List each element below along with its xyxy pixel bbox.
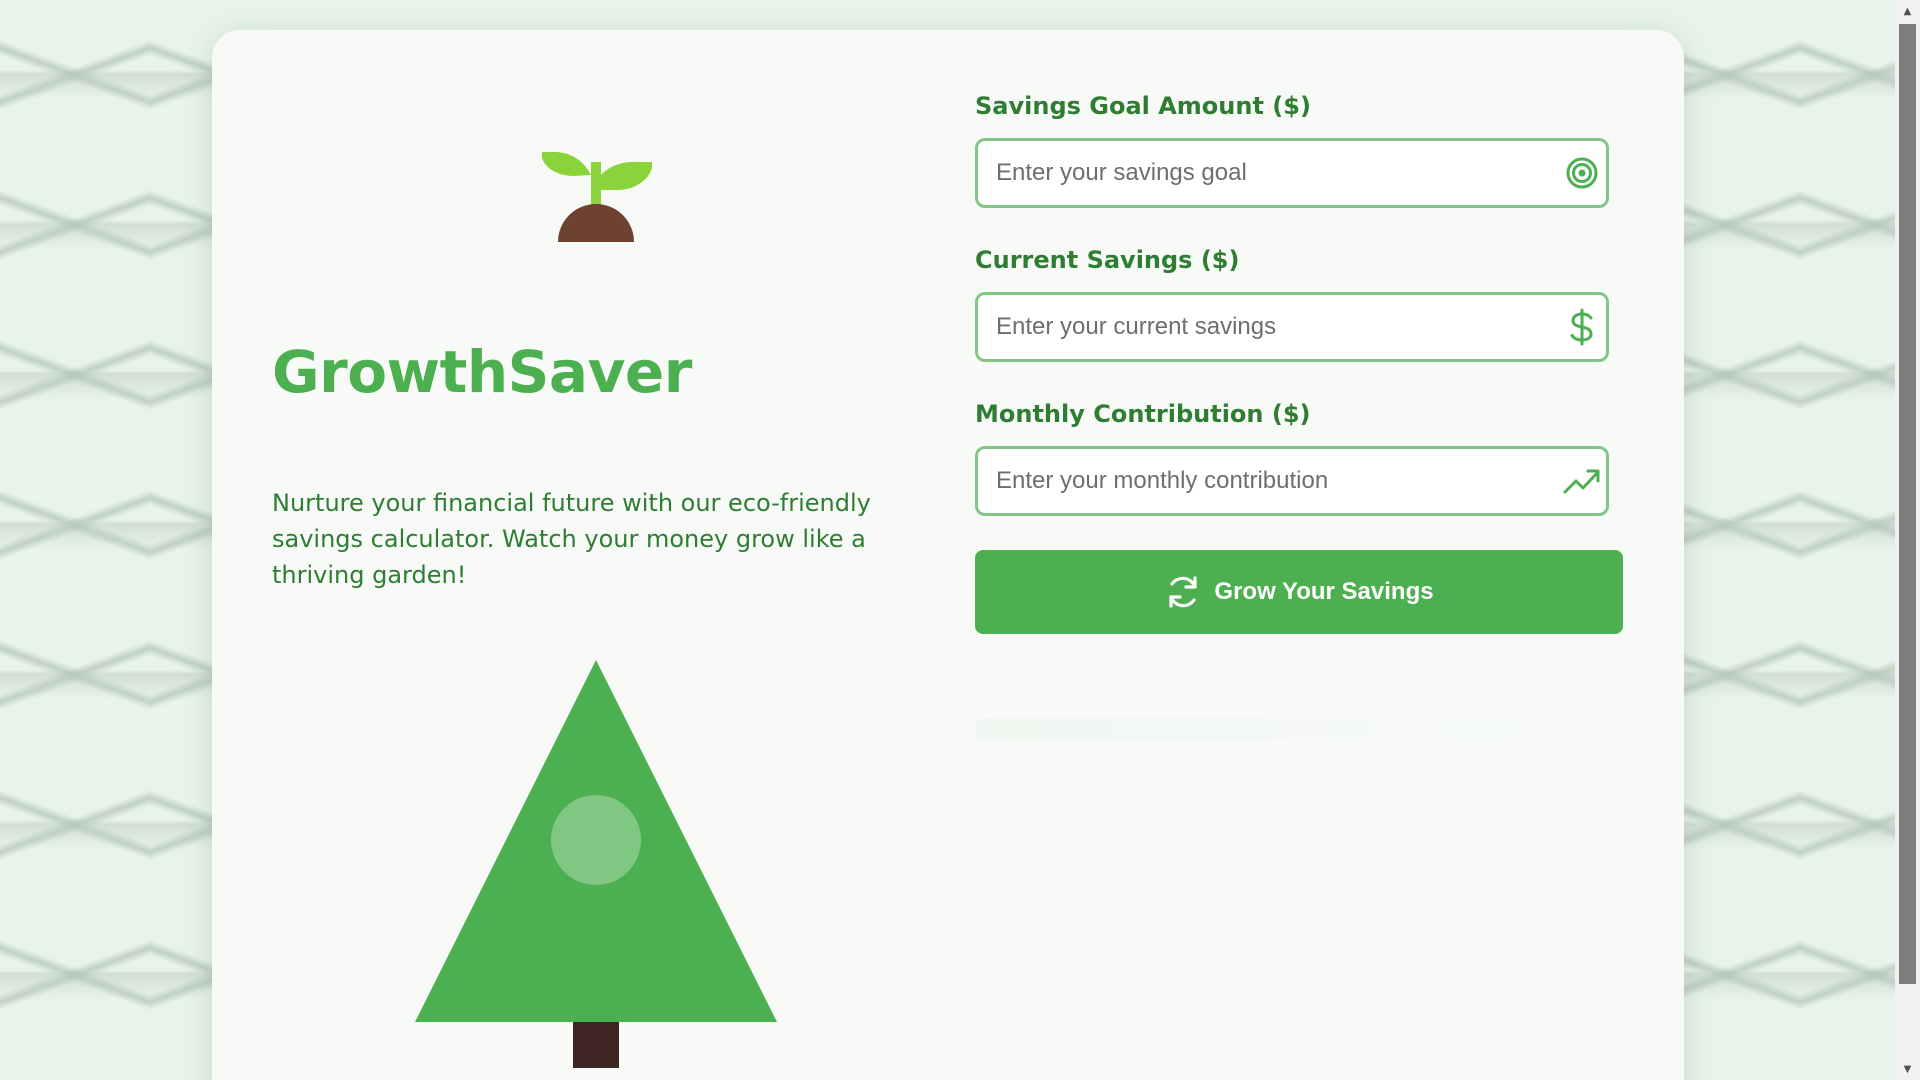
main-card: GrowthSaver Nurture your financial futur… [212,30,1684,1080]
results-placeholder [975,718,1623,740]
scroll-down-arrow-icon[interactable]: ▼ [1895,1058,1920,1080]
app-title: GrowthSaver [272,338,692,406]
dollar-icon [1562,307,1602,347]
scroll-up-arrow-icon[interactable]: ▲ [1895,0,1920,22]
monthly-input[interactable] [978,449,1606,513]
refresh-icon [1164,573,1202,611]
goal-label: Savings Goal Amount ($) [975,92,1311,120]
tree-icon [415,660,777,1068]
app-tagline: Nurture your financial future with our e… [272,489,871,589]
goal-field [975,138,1609,208]
calculator-form: Savings Goal Amount ($) Current Savings … [975,30,1635,1080]
current-label: Current Savings ($) [975,246,1240,274]
intro-panel: GrowthSaver Nurture your financial futur… [212,30,892,1080]
current-input[interactable] [978,295,1606,359]
trend-up-icon [1562,461,1602,501]
monthly-label: Monthly Contribution ($) [975,400,1311,428]
current-field [975,292,1609,362]
monthly-field [975,446,1609,516]
goal-input[interactable] [978,141,1606,205]
grow-savings-label: Grow Your Savings [1214,578,1434,605]
sprout-icon [542,152,652,242]
target-icon [1562,153,1602,193]
vertical-scrollbar[interactable]: ▲ ▼ [1895,0,1920,1080]
scroll-thumb[interactable] [1899,24,1916,984]
grow-savings-button[interactable]: Grow Your Savings [975,550,1623,634]
